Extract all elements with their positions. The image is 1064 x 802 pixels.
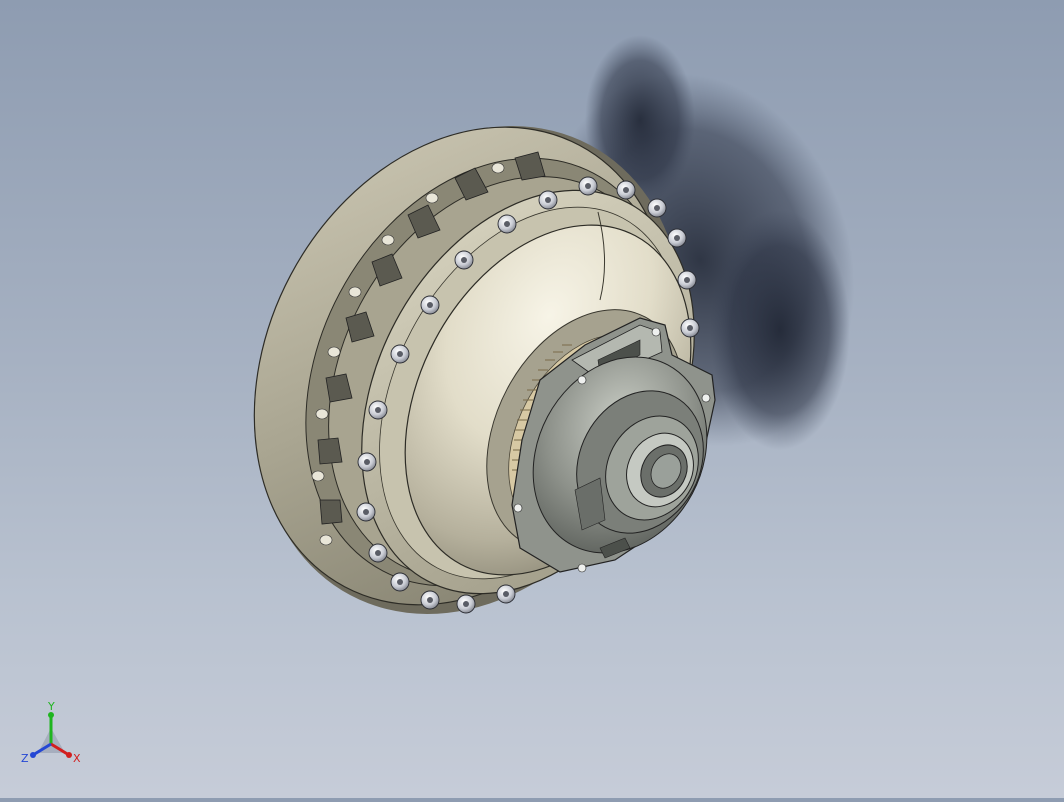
z-axis-label: Z (21, 752, 29, 765)
x-axis-label: X (73, 752, 81, 765)
model-view[interactable] (0, 0, 1064, 798)
y-axis-label: Y (47, 700, 55, 713)
graphics-viewport[interactable] (0, 0, 1064, 798)
reference-triad[interactable]: Y X Z (18, 700, 88, 770)
triad-icon: Y X Z (21, 700, 81, 765)
